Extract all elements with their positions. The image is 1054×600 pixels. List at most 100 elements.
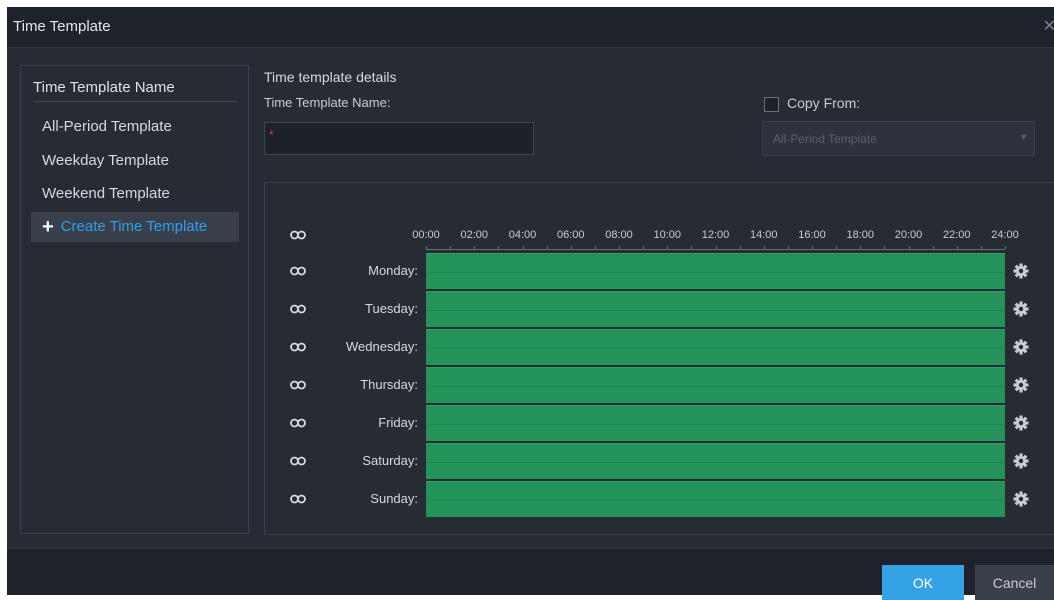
link-day-icon[interactable] — [290, 265, 306, 277]
required-mark: * — [269, 128, 274, 142]
hour-tick — [715, 246, 717, 249]
hour-label: 04:00 — [508, 229, 537, 241]
link-day-icon[interactable] — [290, 341, 306, 353]
hour-tick — [812, 246, 813, 249]
day-label: Thursday: — [360, 377, 418, 392]
chevron-down-icon: ▼ — [1019, 132, 1028, 142]
day-time-bar[interactable] — [426, 481, 1005, 517]
day-time-bar[interactable] — [426, 367, 1005, 403]
template-item-weekend[interactable]: Weekend Template — [31, 179, 239, 209]
hour-label: 02:00 — [460, 229, 489, 241]
hour-tick — [570, 246, 572, 249]
hour-tick — [763, 246, 765, 249]
day-label: Tuesday: — [365, 301, 418, 316]
hour-tick — [739, 246, 741, 249]
hour-label: 10:00 — [653, 229, 682, 241]
hour-label: 08:00 — [605, 229, 633, 241]
gear-icon[interactable] — [1013, 415, 1029, 431]
gear-icon[interactable] — [1013, 339, 1029, 355]
hour-label: 12:00 — [701, 229, 730, 241]
day-row: Monday: — [265, 253, 1054, 289]
template-item-all-period[interactable]: All-Period Template — [31, 112, 239, 142]
day-row: Friday: — [265, 405, 1054, 441]
hour-label: 14:00 — [749, 229, 778, 241]
bar-midline — [426, 347, 1005, 349]
hour-label: 16:00 — [798, 229, 826, 241]
link-day-icon[interactable] — [290, 379, 306, 391]
hour-label: 06:00 — [556, 229, 585, 241]
bar-midline — [426, 385, 1005, 387]
template-name-input[interactable]: * — [264, 122, 534, 155]
time-template-dialog: Time Template ✕ Time Template Name All-P… — [7, 7, 1054, 600]
link-day-icon[interactable] — [290, 493, 306, 505]
day-label: Monday: — [368, 263, 418, 278]
hour-label: 24:00 — [991, 229, 1019, 241]
hour-tick — [836, 246, 838, 249]
copy-from-value: All-Period Template — [773, 132, 877, 146]
template-item-label: Weekend Template — [42, 185, 170, 202]
hour-tick — [691, 246, 693, 249]
hour-tick — [426, 246, 427, 249]
day-row: Tuesday: — [265, 291, 1054, 327]
link-day-icon[interactable] — [290, 455, 306, 467]
day-label: Sunday: — [370, 491, 418, 506]
day-time-bar[interactable] — [426, 405, 1005, 441]
ok-button[interactable]: OK — [882, 565, 964, 600]
gear-icon[interactable] — [1013, 301, 1029, 317]
day-row: Sunday: — [265, 481, 1054, 517]
hour-label: 22:00 — [942, 229, 971, 241]
close-icon[interactable]: ✕ — [1043, 16, 1054, 36]
hour-tick — [956, 246, 958, 249]
copy-from-label: Copy From: — [787, 95, 861, 111]
template-list-panel: Time Template Name All-Period Template W… — [20, 65, 249, 534]
day-label: Wednesday: — [345, 339, 418, 354]
weekly-schedule: 00:00 02:00 04:00 06:00 08:00 10:00 12:00 14:00… — [264, 182, 1054, 535]
template-list-header: Time Template Name — [33, 79, 237, 102]
hour-tick — [498, 246, 500, 249]
hour-tick — [522, 246, 524, 249]
day-time-bar[interactable] — [426, 291, 1005, 327]
bar-midline — [426, 499, 1005, 501]
hour-tick — [908, 246, 910, 249]
template-item-label: Weekday Template — [42, 152, 170, 169]
copy-from-checkbox[interactable] — [764, 97, 779, 112]
day-label: Saturday: — [362, 453, 418, 468]
hour-label: 20:00 — [894, 229, 923, 241]
hour-tick — [884, 246, 886, 249]
day-row: Thursday: — [265, 367, 1054, 403]
cancel-button[interactable]: Cancel — [975, 565, 1054, 600]
hour-tick — [980, 246, 982, 249]
day-row: Wednesday: — [265, 329, 1054, 365]
gear-icon[interactable] — [1013, 453, 1029, 469]
hour-label: 00:00 — [412, 229, 440, 241]
hour-axis — [426, 246, 1006, 250]
hour-tick — [594, 246, 596, 249]
day-row: Saturday: — [265, 443, 1054, 479]
gear-icon[interactable] — [1013, 377, 1029, 393]
day-time-bar[interactable] — [426, 443, 1005, 479]
template-item-label: All-Period Template — [42, 118, 172, 135]
hour-tick — [450, 246, 452, 249]
bar-midline — [426, 271, 1005, 273]
bar-midline — [426, 309, 1005, 311]
hour-tick — [932, 246, 934, 249]
link-day-icon[interactable] — [290, 417, 306, 429]
gear-icon[interactable] — [1013, 491, 1029, 507]
bar-midline — [426, 423, 1005, 425]
day-time-bar[interactable] — [426, 329, 1005, 365]
template-item-weekday[interactable]: Weekday Template — [31, 146, 239, 176]
hour-tick — [667, 246, 669, 249]
create-time-template-button[interactable]: + Create Time Template — [31, 212, 239, 242]
hour-tick — [860, 246, 862, 249]
hour-tick — [1005, 246, 1006, 249]
day-label: Friday: — [378, 415, 418, 430]
day-time-bar[interactable] — [426, 253, 1005, 289]
gear-icon[interactable] — [1013, 263, 1029, 279]
link-day-icon[interactable] — [290, 303, 306, 315]
hour-tick — [619, 246, 620, 249]
copy-from-select[interactable]: All-Period Template ▼ — [762, 121, 1035, 156]
dialog-footer: OK Cancel — [7, 548, 1054, 600]
bar-midline — [426, 461, 1005, 463]
template-name-label: Time Template Name: — [264, 95, 391, 110]
link-all-icon[interactable] — [290, 229, 306, 241]
